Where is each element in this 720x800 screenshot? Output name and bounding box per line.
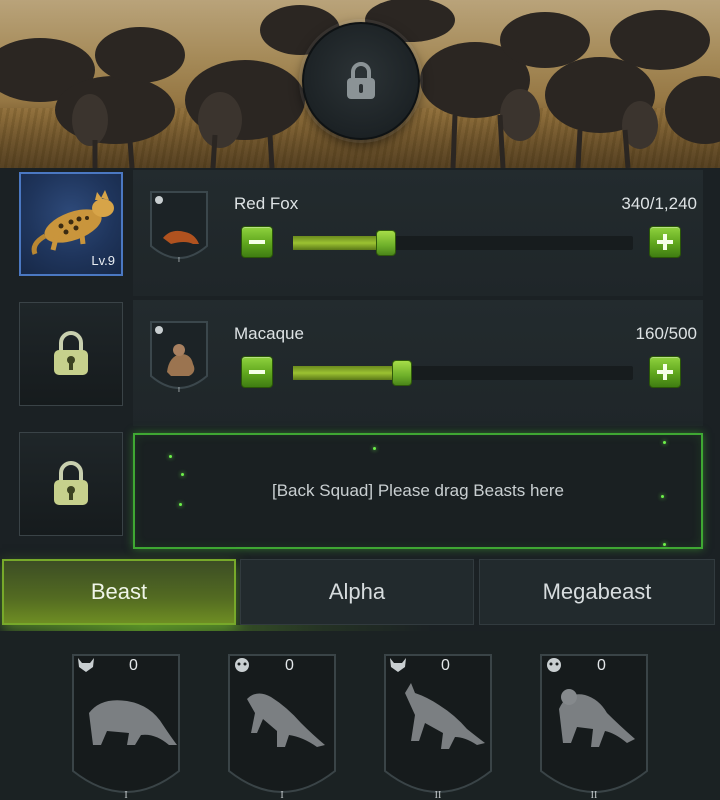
macaque-shield-card[interactable]: I bbox=[149, 320, 209, 398]
decrease-button[interactable] bbox=[241, 356, 273, 388]
tab-beast[interactable]: Beast bbox=[2, 559, 236, 625]
troop-count: 160/500 bbox=[635, 324, 697, 343]
ape-icon bbox=[235, 658, 249, 672]
plus-icon bbox=[657, 364, 673, 380]
beast-name: Macaque bbox=[234, 324, 304, 343]
increase-button[interactable] bbox=[649, 226, 681, 258]
beast-count: 0 bbox=[285, 657, 294, 674]
decrease-button[interactable] bbox=[241, 226, 273, 258]
back-squad-hint: [Back Squad] Please drag Beasts here bbox=[271, 481, 564, 500]
padlock-icon bbox=[347, 62, 375, 99]
wolf-icon bbox=[78, 658, 94, 672]
wolf-icon bbox=[390, 658, 406, 672]
sparkle bbox=[661, 495, 664, 498]
minus-icon bbox=[249, 240, 265, 244]
beast-count: 0 bbox=[129, 657, 138, 674]
red-fox-shield-card[interactable]: I bbox=[149, 190, 209, 268]
card-shield-frame: II bbox=[540, 654, 648, 800]
rank-label: II bbox=[591, 790, 598, 800]
minus-icon bbox=[249, 370, 265, 374]
beast-card[interactable]: II 0 bbox=[539, 653, 649, 800]
tab-alpha[interactable]: Alpha bbox=[240, 559, 474, 625]
beast-card[interactable]: I 0 bbox=[227, 653, 337, 800]
rank-label: I bbox=[178, 387, 180, 394]
squad-slot-1-panel: I Red Fox 340/1,240 bbox=[133, 170, 703, 296]
slider-handle[interactable] bbox=[376, 230, 396, 256]
rank-label: II bbox=[435, 790, 442, 800]
troop-slider[interactable] bbox=[293, 230, 633, 256]
squad-slot-1-portrait[interactable]: Lv.9 bbox=[19, 172, 123, 276]
sparkle bbox=[373, 447, 376, 450]
sparkle bbox=[179, 503, 182, 506]
ape-icon bbox=[547, 658, 561, 672]
card-shield-frame: II bbox=[384, 654, 492, 800]
card-shield-frame: I bbox=[228, 654, 336, 800]
beast-card[interactable]: I 0 bbox=[71, 653, 181, 800]
sparkle bbox=[181, 473, 184, 476]
squad-slot-2-portrait[interactable] bbox=[19, 302, 123, 406]
beast-level: Lv.9 bbox=[91, 253, 115, 268]
increase-button[interactable] bbox=[649, 356, 681, 388]
sparkle bbox=[663, 441, 666, 444]
beast-count: 0 bbox=[441, 657, 450, 674]
slider-fill bbox=[293, 366, 402, 380]
herd-banner bbox=[0, 0, 720, 168]
back-squad-portrait[interactable] bbox=[19, 432, 123, 536]
padlock-icon bbox=[54, 461, 88, 505]
plus-icon bbox=[657, 234, 673, 250]
card-shield-frame: I bbox=[72, 654, 180, 800]
beast-card[interactable]: II 0 bbox=[383, 653, 493, 800]
slider-handle[interactable] bbox=[392, 360, 412, 386]
rank-label: I bbox=[280, 790, 283, 800]
rank-label: I bbox=[178, 257, 180, 264]
troop-slider[interactable] bbox=[293, 360, 633, 386]
rank-label: I bbox=[124, 790, 127, 800]
squad-slot-2-panel: I Macaque 160/500 bbox=[133, 300, 703, 426]
back-squad-drop-zone[interactable]: [Back Squad] Please drag Beasts here bbox=[133, 433, 703, 549]
slider-fill bbox=[293, 236, 386, 250]
beast-count: 0 bbox=[597, 657, 606, 674]
troop-count: 340/1,240 bbox=[621, 194, 697, 213]
tab-megabeast[interactable]: Megabeast bbox=[479, 559, 715, 625]
locked-slot-button[interactable] bbox=[302, 22, 420, 140]
padlock-icon bbox=[54, 331, 88, 375]
sparkle bbox=[169, 455, 172, 458]
sparkle bbox=[663, 543, 666, 546]
beast-name: Red Fox bbox=[234, 194, 299, 213]
